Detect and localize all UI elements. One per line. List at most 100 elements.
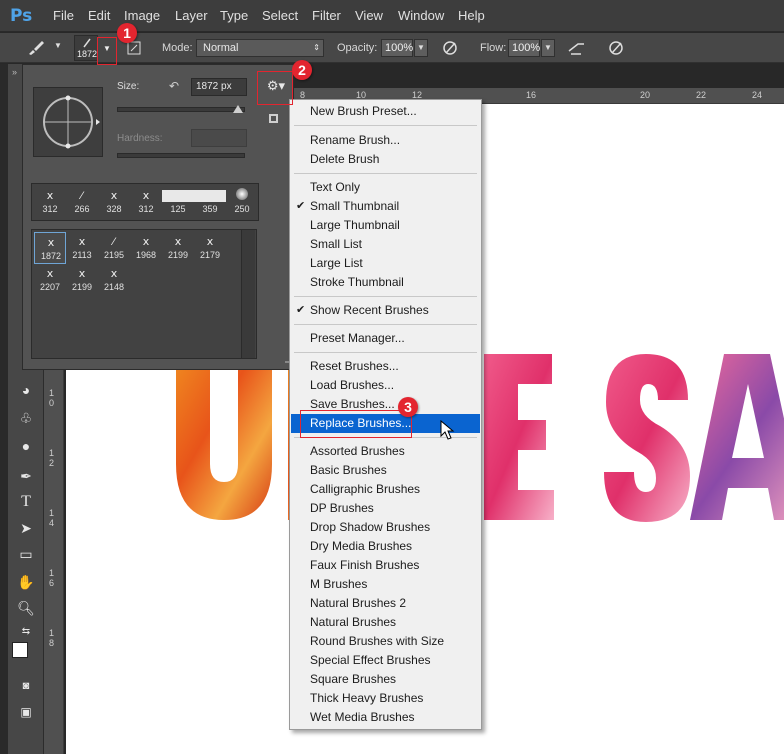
swap-colors-icon[interactable]: ⇆ bbox=[16, 622, 36, 642]
menu-small-list[interactable]: Small List bbox=[291, 235, 480, 254]
brush-tool-icon[interactable] bbox=[26, 39, 46, 57]
menu-view[interactable]: View bbox=[355, 8, 383, 23]
tool-preset-arrow-icon[interactable]: ▼ bbox=[54, 41, 62, 50]
reset-size-icon[interactable]: ↶ bbox=[169, 79, 179, 93]
brush-preset-thumb[interactable]: ⅹ 2199 bbox=[162, 232, 194, 264]
menu-stroke-thumbnail[interactable]: Stroke Thumbnail bbox=[291, 273, 480, 292]
brush-preset-thumb[interactable]: ⅹ 2179 bbox=[194, 232, 226, 264]
recent-brush-thumb[interactable]: ⅹ 312 bbox=[130, 186, 162, 218]
brush-preset-thumb[interactable]: ⅹ 2148 bbox=[98, 264, 130, 296]
opacity-input[interactable]: 100% bbox=[381, 39, 413, 57]
menu-preset-manager[interactable]: Preset Manager... bbox=[291, 329, 480, 348]
brush-preset-thumb-selected[interactable]: ⅹ 1872 bbox=[34, 232, 66, 264]
rectangle-tool-icon[interactable]: ▭ bbox=[16, 544, 36, 564]
menu-brush-library[interactable]: Dry Media Brushes bbox=[291, 537, 480, 556]
brush-preset-thumb[interactable]: ⁄ 2195 bbox=[98, 232, 130, 264]
brush-size-number: 328 bbox=[106, 204, 122, 214]
recent-brush-thumb[interactable]: 125 bbox=[162, 186, 194, 218]
menu-brush-library[interactable]: Special Effect Brushes bbox=[291, 651, 480, 670]
size-slider-thumb[interactable] bbox=[233, 105, 243, 113]
brush-stroke-icon: ⅹ bbox=[174, 236, 182, 248]
menu-brush-library[interactable]: Thick Heavy Brushes bbox=[291, 689, 480, 708]
menu-brush-library[interactable]: Assorted Brushes bbox=[291, 442, 480, 461]
menu-brush-library[interactable]: Round Brushes with Size bbox=[291, 632, 480, 651]
smudge-tool-icon[interactable]: ♧ bbox=[16, 408, 36, 428]
menu-file[interactable]: File bbox=[53, 8, 74, 23]
menu-brush-library[interactable]: Calligraphic Brushes bbox=[291, 480, 480, 499]
brush-stroke-icon bbox=[162, 190, 194, 202]
menu-text-only[interactable]: Text Only bbox=[291, 178, 480, 197]
presets-scrollbar[interactable] bbox=[241, 230, 255, 358]
airbrush-icon[interactable] bbox=[566, 39, 588, 57]
mouse-cursor-icon bbox=[440, 420, 455, 440]
ruler-number: 22 bbox=[696, 90, 707, 100]
menu-large-thumbnail[interactable]: Large Thumbnail bbox=[291, 216, 480, 235]
blend-mode-select[interactable]: Normal ⇕ bbox=[196, 39, 324, 57]
screen-mode-icon[interactable]: ▣ bbox=[16, 702, 36, 722]
annotation-callout: 3 bbox=[398, 397, 418, 417]
menu-new-brush-preset[interactable]: New Brush Preset... bbox=[291, 102, 480, 121]
menu-brush-library[interactable]: Faux Finish Brushes bbox=[291, 556, 480, 575]
type-tool-icon[interactable]: T bbox=[16, 492, 36, 512]
new-preset-icon[interactable] bbox=[268, 113, 280, 125]
size-label: Size: bbox=[117, 81, 140, 92]
size-input[interactable]: 1872 px bbox=[191, 78, 247, 96]
brush-size-number: 266 bbox=[74, 204, 90, 214]
menu-filter[interactable]: Filter bbox=[312, 8, 341, 23]
menu-show-recent-brushes[interactable]: ✔ Show Recent Brushes bbox=[291, 301, 480, 320]
path-selection-tool-icon[interactable]: ➤ bbox=[16, 518, 36, 538]
menu-window[interactable]: Window bbox=[398, 8, 444, 23]
menu-layer[interactable]: Layer bbox=[175, 8, 208, 23]
size-slider[interactable] bbox=[117, 107, 245, 112]
menu-brush-library[interactable]: Drop Shadow Brushes bbox=[291, 518, 480, 537]
pressure-size-icon[interactable] bbox=[606, 39, 626, 57]
recent-brush-thumb[interactable]: 359 bbox=[194, 186, 226, 218]
menu-brush-library[interactable]: Natural Brushes bbox=[291, 613, 480, 632]
quick-mask-icon[interactable]: ◙ bbox=[16, 676, 36, 696]
menu-edit[interactable]: Edit bbox=[88, 8, 110, 23]
menu-delete-brush[interactable]: Delete Brush bbox=[291, 150, 480, 169]
menu-help[interactable]: Help bbox=[458, 8, 485, 23]
toolbox-collapse-icon[interactable]: » bbox=[12, 67, 17, 77]
recent-brush-thumb[interactable]: ⅹ 312 bbox=[34, 186, 66, 218]
menu-reset-brushes[interactable]: Reset Brushes... bbox=[291, 357, 480, 376]
brush-stroke-icon: ⅹ bbox=[206, 236, 214, 248]
recent-brush-thumb[interactable]: ⁄ 266 bbox=[66, 186, 98, 218]
opacity-dropdown-button[interactable]: ▼ bbox=[414, 39, 428, 57]
dodge-tool-icon[interactable]: ● bbox=[16, 436, 36, 456]
menu-brush-library[interactable]: Basic Brushes bbox=[291, 461, 480, 480]
brush-preset-thumb[interactable]: ⅹ 2207 bbox=[34, 264, 66, 296]
paint-bucket-tool-icon[interactable]: ◕ bbox=[16, 380, 36, 400]
recent-brush-thumb[interactable]: ⅹ 328 bbox=[98, 186, 130, 218]
brush-preset-picker-panel: Size: ↶ 1872 px Hardness: ⚙▾ ⅹ 312 ⁄ 266 ⅹ… bbox=[22, 64, 294, 370]
menu-select[interactable]: Select bbox=[262, 8, 298, 23]
brush-size-number: 1968 bbox=[135, 250, 157, 260]
menu-load-brushes[interactable]: Load Brushes... bbox=[291, 376, 480, 395]
brush-preset-swatch[interactable]: 1872 bbox=[74, 35, 98, 61]
flow-label: Flow: bbox=[480, 42, 507, 54]
menu-separator bbox=[294, 296, 477, 297]
menu-rename-brush[interactable]: Rename Brush... bbox=[291, 131, 480, 150]
menu-brush-library[interactable]: Natural Brushes 2 bbox=[291, 594, 480, 613]
brush-angle-roundness-widget[interactable] bbox=[34, 88, 102, 156]
recent-brush-thumb[interactable]: 250 bbox=[226, 186, 258, 218]
pen-tool-icon[interactable]: ✒ bbox=[16, 466, 36, 486]
menu-brush-library[interactable]: M Brushes bbox=[291, 575, 480, 594]
brush-preset-thumb[interactable]: ⅹ 2199 bbox=[66, 264, 98, 296]
hardness-label: Hardness: bbox=[117, 133, 163, 144]
flow-input[interactable]: 100% bbox=[508, 39, 540, 57]
brush-preset-thumb[interactable]: ⅹ 2113 bbox=[66, 232, 98, 264]
menu-image[interactable]: Image bbox=[124, 8, 160, 23]
brush-preset-thumb[interactable]: ⅹ 1968 bbox=[130, 232, 162, 264]
menu-brush-library[interactable]: Square Brushes bbox=[291, 670, 480, 689]
flow-dropdown-button[interactable]: ▼ bbox=[541, 39, 555, 57]
hand-tool-icon[interactable]: ✋ bbox=[16, 572, 36, 592]
foreground-color-swatch[interactable] bbox=[12, 642, 28, 658]
menu-type[interactable]: Type bbox=[220, 8, 248, 23]
zoom-tool-icon[interactable]: 🔍︎ bbox=[16, 598, 36, 618]
menu-small-thumbnail[interactable]: ✔ Small Thumbnail bbox=[291, 197, 480, 216]
menu-large-list[interactable]: Large List bbox=[291, 254, 480, 273]
menu-brush-library[interactable]: DP Brushes bbox=[291, 499, 480, 518]
pressure-opacity-icon[interactable] bbox=[440, 39, 460, 57]
menu-brush-library[interactable]: Wet Media Brushes bbox=[291, 708, 480, 727]
